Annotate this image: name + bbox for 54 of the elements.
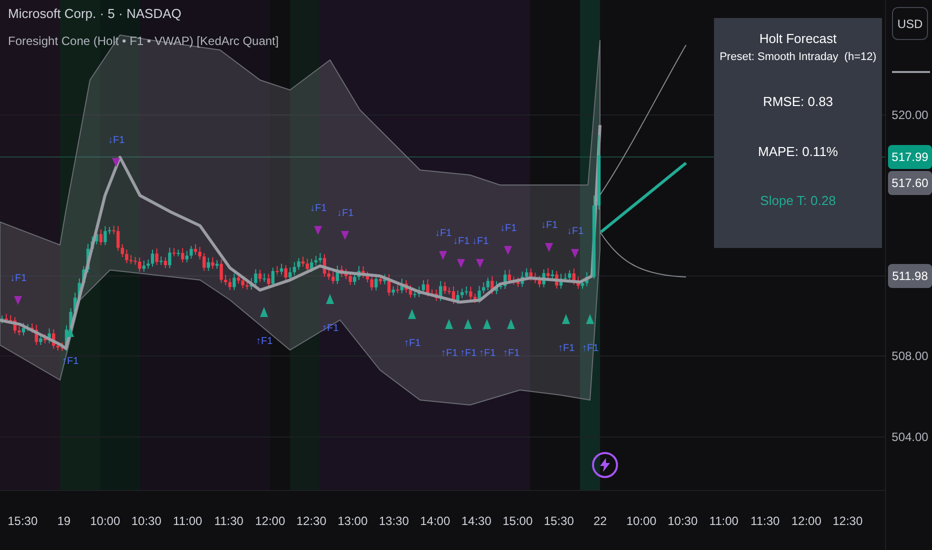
time-axis-label: 10:30 <box>666 512 699 530</box>
signal-label: ↑F1 <box>322 324 339 334</box>
time-axis-label: 22 <box>592 512 608 530</box>
rmse-value: RMSE: 0.83 <box>762 93 834 111</box>
signal-label: ↓F1 <box>108 136 125 146</box>
price-label: 504.00 <box>890 429 930 446</box>
time-axis-label: 12:30 <box>832 512 864 530</box>
signal-label: ↑F1 <box>558 344 575 354</box>
signal-label: ↑F1 <box>441 349 458 359</box>
signal-label: ↑F1 <box>460 349 477 359</box>
time-axis-label: 12:00 <box>790 512 822 530</box>
mape-value: MAPE: 0.11% <box>758 142 838 160</box>
signal-label: ↓F1 <box>310 204 327 214</box>
signal-label: ↑F1 <box>479 349 496 359</box>
time-axis-label: 12:00 <box>254 512 286 530</box>
currency-button[interactable]: USD <box>892 7 928 40</box>
time-axis-label: 15:00 <box>502 512 534 530</box>
symbol-title: Microsoft Corp. · 5 · NASDAQ <box>8 5 182 23</box>
slope-value: Slope T: 0.28 <box>760 192 836 210</box>
signal-label: ↓F1 <box>435 229 452 239</box>
signal-label: ↓F1 <box>10 274 27 284</box>
time-axis-label: 11:00 <box>708 512 740 530</box>
signal-label: ↑F1 <box>503 349 520 359</box>
price-label: 517.99 <box>888 145 932 169</box>
signal-label: ↓F1 <box>541 221 558 231</box>
time-axis-label: 11:30 <box>750 512 781 530</box>
signal-label: ↑F1 <box>404 339 421 349</box>
time-axis-label: 11:30 <box>213 512 244 530</box>
signal-label: ↑F1 <box>582 344 599 354</box>
signal-label: ↓F1 <box>472 237 489 247</box>
time-axis-label: 19 <box>56 512 72 530</box>
time-axis-label: 13:30 <box>378 512 410 530</box>
panel-title: Holt Forecast <box>759 30 837 48</box>
time-axis-label: 10:00 <box>625 512 658 530</box>
signal-label: ↓F1 <box>453 237 470 247</box>
price-label: 517.60 <box>888 171 932 195</box>
time-axis-label: 11:00 <box>172 512 204 530</box>
price-label: 520.00 <box>890 107 930 124</box>
signal-label: ↓F1 <box>500 224 517 234</box>
price-label: 508.00 <box>890 348 930 365</box>
preset-label: Preset: Smooth Intraday (h=12) <box>720 50 876 65</box>
signal-label: ↓F1 <box>337 209 354 219</box>
time-axis-label: 10:00 <box>89 512 122 530</box>
signal-label: ↓F1 <box>567 227 584 237</box>
time-axis-label: 12:30 <box>295 512 328 530</box>
time-axis-label: 13:00 <box>336 512 369 530</box>
signal-label: ↑F1 <box>62 357 79 367</box>
price-label: 511.98 <box>888 264 932 288</box>
time-axis-label: 14:30 <box>460 512 492 530</box>
time-axis-label: 15:30 <box>6 512 39 530</box>
signal-label: ↑F1 <box>256 337 273 347</box>
time-axis-label: 14:00 <box>419 512 452 530</box>
time-axis-label: 15:30 <box>542 512 575 530</box>
time-axis-label: 10:30 <box>130 512 162 530</box>
